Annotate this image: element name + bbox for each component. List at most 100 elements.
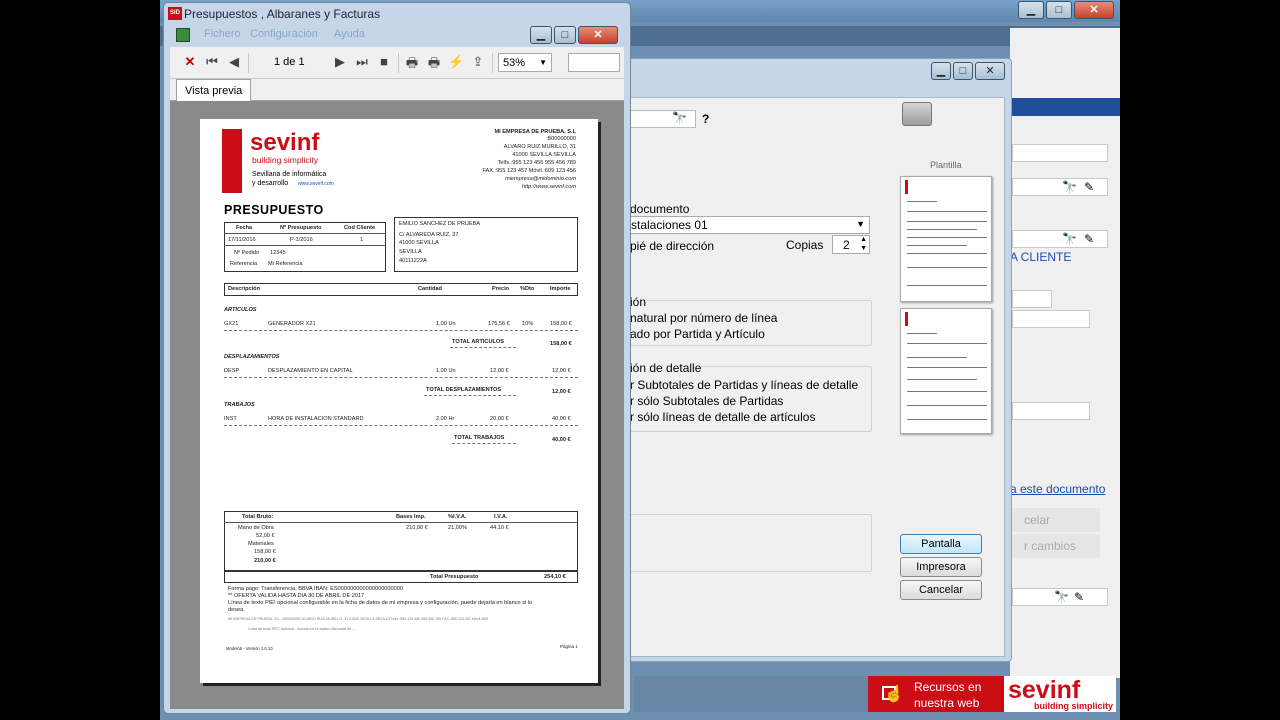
bruto-line: 210,00 € (254, 558, 276, 564)
item-desc: DESPLAZAMIENTO EN CAPITAL (268, 368, 353, 374)
cancelar-button[interactable]: Cancelar (900, 580, 982, 600)
binoculars-icon[interactable]: 🔭 (1062, 180, 1077, 194)
company-line: miempresa@midominio.com (505, 176, 576, 182)
iva-value: 44,10 € (490, 525, 509, 531)
bg-field-4[interactable] (1012, 290, 1052, 308)
binoculars-icon[interactable]: 🔭 (672, 111, 687, 125)
dropdown-arrow-icon: ▼ (539, 58, 547, 67)
company-line: ALVARO RUIZ MURILLO, 31 (503, 144, 576, 150)
first-page-icon[interactable]: ⏮ (204, 54, 220, 70)
ghost-changes-button: r cambios (1010, 534, 1100, 558)
hand-cursor-icon: ☝ (884, 686, 904, 703)
pantalla-button[interactable]: Pantalla (900, 534, 982, 554)
page-indicator: 1 de 1 (274, 56, 305, 68)
minimize-icon[interactable]: ▁ (530, 26, 552, 44)
report-icon (176, 28, 190, 42)
maximize-icon[interactable]: □ (953, 62, 973, 80)
detail-option-1[interactable]: r Subtotales de Partidas y líneas de det… (630, 378, 858, 392)
order-option-2[interactable]: ado por Partida y Artículo (630, 327, 765, 341)
thumb-logo (905, 180, 908, 194)
printer-icon[interactable] (902, 102, 932, 126)
item-dto: 10% (522, 321, 534, 327)
impresora-button[interactable]: Impresora (900, 557, 982, 577)
item-code: INST (224, 416, 237, 422)
preview-canvas[interactable]: sevinf building simplicity Sevillana de … (170, 101, 624, 709)
next-page-icon[interactable]: ▶ (332, 54, 348, 70)
minimize-icon[interactable]: ▁ (1018, 1, 1044, 19)
pencil-icon[interactable]: ✎ (1084, 232, 1094, 246)
prev-page-icon[interactable]: ◀ (226, 54, 242, 70)
binoculars-icon[interactable]: 🔭 (1054, 590, 1069, 604)
maximize-icon[interactable]: □ (1046, 1, 1072, 19)
search-input[interactable] (568, 53, 620, 72)
quick-print-icon[interactable]: ⚡ (448, 54, 464, 70)
company-line: Telfs.:955 123 456 955 456 789 (497, 160, 576, 166)
legal-line-2: Línea de texto PIE2 opcional - Inscrita … (248, 627, 356, 631)
order-option-1[interactable]: natural por número de línea (630, 311, 777, 325)
bruto-line: 52,00 € (256, 533, 275, 539)
ghost-menu-3: Ayuda (334, 28, 365, 40)
grand-total-box (224, 571, 578, 583)
detail-group-title: ión de detalle (630, 361, 702, 375)
template-thumb-1[interactable] (900, 176, 992, 302)
copias-stepper[interactable]: 2 ▲ ▼ (832, 235, 870, 254)
minimize-icon[interactable]: ▁ (931, 62, 951, 80)
copias-value: 2 (843, 238, 850, 252)
bases-value: 210,00 € (406, 525, 428, 531)
stop-icon[interactable]: ■ (376, 54, 392, 69)
totals-col: I.V.A. (494, 514, 508, 520)
close-preview-icon[interactable]: ✕ (182, 54, 198, 70)
item-amount: 40,00 € (552, 416, 571, 422)
extra-group (630, 514, 872, 572)
pie-direccion-label: pié de dirección (630, 239, 715, 253)
documento-label: documento (630, 202, 690, 216)
maximize-icon[interactable]: □ (554, 26, 576, 44)
export-icon[interactable]: ⇪ (470, 54, 486, 70)
doc-logo-brand: sevinf (250, 129, 320, 156)
document-link[interactable]: a este documento (1010, 482, 1105, 496)
item-qty: 1,00 Un (436, 368, 456, 374)
company-line: 41000 SEVILLA SEVILLA (512, 152, 576, 158)
recursos-line1: Recursos en (914, 680, 982, 694)
company-line: FAX.:955 123 457 Móvil.:609 123 456 (482, 168, 576, 174)
col-cantidad: Cantidad (418, 286, 442, 292)
print-dialog-controls: ▁ □ ✕ (929, 61, 1005, 80)
header-val: 1 (360, 237, 364, 243)
print-dialog-body: 🔭 ? Plantilla documento stalaciones 01 ▼… (629, 97, 1005, 657)
print-icon[interactable]: 🖶 (404, 54, 420, 76)
ghost-menu-1: Fichero (204, 28, 241, 40)
print-setup-icon[interactable]: 🖶 (426, 54, 442, 76)
bg-field-5[interactable] (1012, 310, 1090, 328)
bg-field-6[interactable] (1012, 402, 1090, 420)
bg-field-1[interactable] (1012, 144, 1108, 162)
detail-option-2[interactable]: r sólo Subtotales de Partidas (630, 394, 783, 408)
close-icon[interactable]: ✕ (975, 62, 1005, 80)
section-title: ARTICULOS (224, 307, 257, 313)
close-icon[interactable]: ✕ (578, 26, 618, 44)
template-thumb-2[interactable] (900, 308, 992, 434)
item-code: DESP (224, 368, 240, 374)
stepper-up-icon[interactable]: ▲ (860, 236, 867, 243)
company-line: MI EMPRESA DE PRUEBA, S.L (494, 129, 576, 135)
pencil-icon[interactable]: ✎ (1074, 590, 1084, 604)
close-icon[interactable]: ✕ (1074, 1, 1114, 19)
stepper-down-icon[interactable]: ▼ (860, 245, 867, 252)
tab-vista-previa[interactable]: Vista previa (176, 79, 252, 101)
detail-option-3[interactable]: r sólo líneas de detalle de artículos (630, 410, 815, 424)
section-total-label: TOTAL TRABAJOS (454, 435, 505, 441)
help-icon[interactable]: ? (702, 112, 709, 126)
item-amount: 12,00 € (552, 368, 571, 374)
documento-select[interactable]: stalaciones 01 ▼ (630, 216, 870, 234)
col-importe: Importe (550, 286, 571, 292)
pie-note-2: desea. (228, 607, 245, 613)
preview-toolbar: ✕ ⏮ ◀ 1 de 1 ▶ ⏭ ■ 🖶 🖶 ⚡ ⇪ 53% ▼ (170, 47, 624, 79)
binoculars-icon[interactable]: 🔭 (1062, 232, 1077, 246)
item-price: 12,00 € (490, 368, 509, 374)
zoom-select[interactable]: 53% ▼ (498, 53, 552, 72)
last-page-icon[interactable]: ⏭ (354, 54, 370, 70)
col-precio: Precio (492, 286, 510, 292)
oferta-note: ** OFERTA VALIDA HASTA DIA 30 DE ABRIL D… (228, 593, 365, 599)
client-line: SEVILLA (399, 249, 422, 255)
pencil-icon[interactable]: ✎ (1084, 180, 1094, 194)
app-icon: SID (168, 7, 182, 20)
